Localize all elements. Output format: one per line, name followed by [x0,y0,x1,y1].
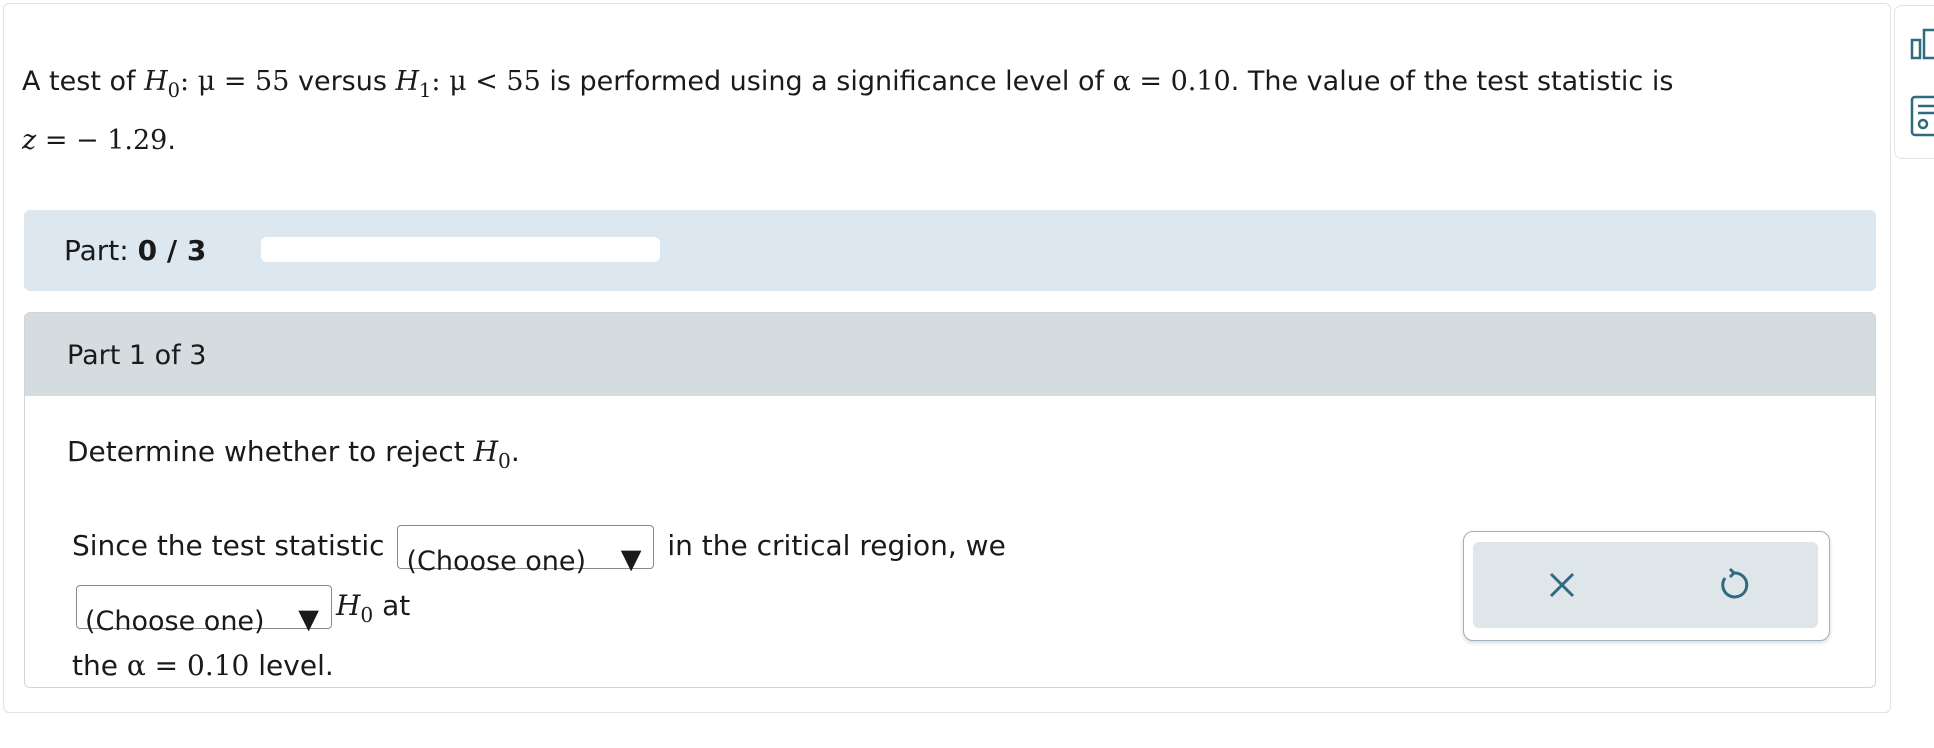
calculator-icon[interactable] [1909,26,1934,70]
reject-decision-select[interactable]: (Choose one) ▼ [76,585,332,637]
answer-actions-inner [1473,542,1818,628]
part-progress-bar: Part: 0 / 3 [24,210,1876,291]
answer-sentence: Since the test statistic (Choose one) ▼ i… [72,516,1142,687]
close-icon[interactable] [1537,560,1587,610]
progress-label: Part: 0 / 3 [64,234,207,267]
side-toolbar [1894,5,1934,159]
dropdown-arrow-icon: ▼ [620,544,642,575]
undo-icon[interactable] [1709,560,1759,610]
progress-value: 0 / 3 [137,234,207,267]
statistic-region-select[interactable]: (Choose one) ▼ [397,525,655,577]
part-header: Part 1 of 3 [25,313,1875,396]
part-title: Part 1 of 3 [67,340,207,371]
answer-actions [1463,531,1830,641]
dropdown-arrow-icon: ▼ [298,604,319,635]
problem-statement: A test of H0: μ = 55 versus H1: μ < 55 i… [22,66,1674,156]
progress-track [261,237,660,262]
notes-icon[interactable] [1909,94,1934,138]
instruction-text: Determine whether to reject H0. [67,435,520,474]
